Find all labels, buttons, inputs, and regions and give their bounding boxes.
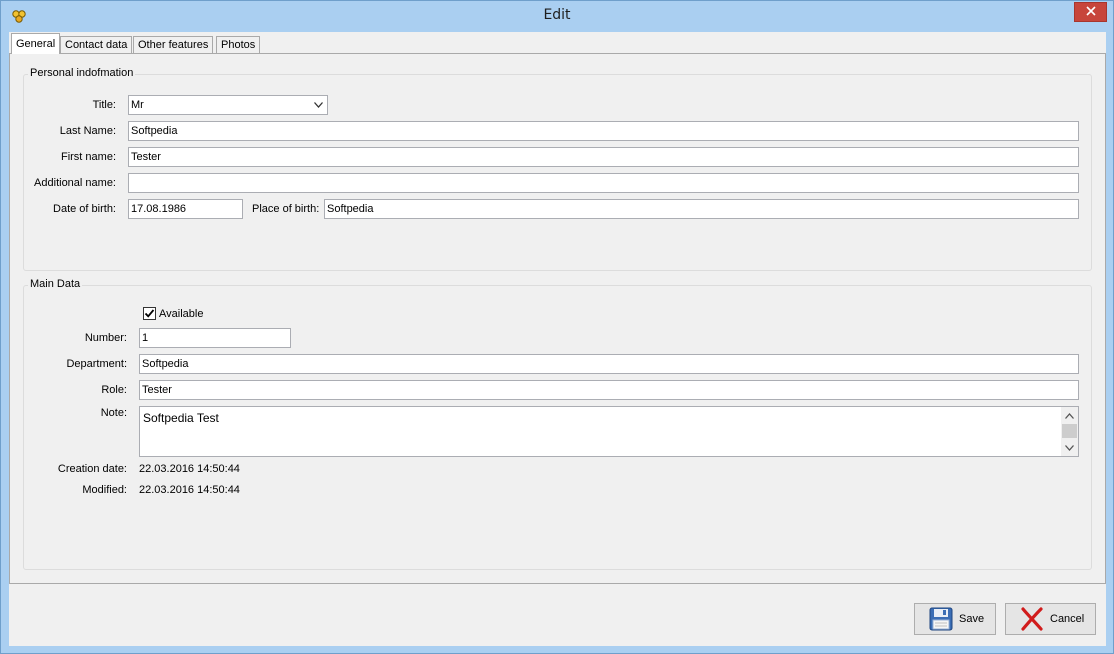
creation-date-label: Creation date: — [57, 463, 127, 475]
tab-general[interactable]: General — [11, 33, 61, 54]
personal-information-group: Personal indofmation Title: Mr Last Name… — [23, 67, 1092, 271]
note-scrollbar[interactable] — [1061, 407, 1078, 456]
main-data-group: Main Data Available Number: 1 Department… — [23, 278, 1092, 570]
close-icon — [1085, 5, 1096, 19]
dialog-client: General Contact data Other features Phot… — [9, 32, 1106, 646]
modified-value: 22.03.2016 14:50:44 — [139, 484, 240, 496]
first-name-label: First name: — [60, 151, 116, 163]
tab-strip: General Contact data Other features Phot… — [9, 32, 1106, 54]
save-button[interactable]: Save — [914, 603, 996, 635]
number-label: Number: — [84, 332, 127, 344]
last-name-label: Last Name: — [59, 125, 116, 137]
first-name-field[interactable]: Tester — [128, 147, 1079, 167]
cancel-label: Cancel — [1050, 613, 1085, 625]
edit-window: Edit General Contact data Other features… — [0, 0, 1114, 654]
creation-date-value: 22.03.2016 14:50:44 — [139, 463, 240, 475]
note-text: Softpedia Test — [143, 411, 219, 425]
note-textarea[interactable]: Softpedia Test — [139, 406, 1079, 457]
save-label: Save — [959, 613, 985, 625]
window-title: Edit — [543, 7, 571, 23]
scroll-thumb[interactable] — [1062, 424, 1077, 438]
tab-contact-data[interactable]: Contact data — [60, 36, 133, 54]
tab-other-features[interactable]: Other features — [133, 36, 214, 54]
modified-label: Modified: — [82, 484, 127, 496]
general-tab-panel: Personal indofmation Title: Mr Last Name… — [9, 53, 1106, 584]
scroll-down-icon[interactable] — [1061, 439, 1078, 456]
main-data-legend: Main Data — [28, 278, 83, 290]
cancel-button[interactable]: Cancel — [1005, 603, 1096, 635]
available-label: Available — [159, 308, 204, 320]
department-label: Department: — [66, 358, 127, 370]
date-of-birth-field[interactable]: 17.08.1986 — [128, 199, 243, 219]
scroll-up-icon[interactable] — [1061, 407, 1078, 424]
role-label: Role: — [101, 384, 127, 396]
number-field[interactable]: 1 — [139, 328, 291, 348]
available-checkbox[interactable] — [143, 307, 156, 320]
last-name-field[interactable]: Softpedia — [128, 121, 1079, 141]
title-value: Mr — [131, 99, 144, 111]
red-x-icon — [1020, 607, 1044, 631]
tab-photos[interactable]: Photos — [216, 36, 261, 54]
close-button[interactable] — [1074, 2, 1107, 22]
role-field[interactable]: Tester — [139, 380, 1079, 400]
date-of-birth-label: Date of birth: — [53, 203, 116, 215]
title-label: Title: — [92, 99, 116, 111]
note-label: Note: — [100, 407, 127, 419]
additional-name-field[interactable] — [128, 173, 1079, 193]
additional-name-label: Additional name: — [34, 177, 116, 189]
place-of-birth-field[interactable]: Softpedia — [324, 199, 1079, 219]
floppy-disk-icon — [929, 607, 953, 631]
place-of-birth-label: Place of birth: — [252, 203, 320, 215]
title-combobox[interactable]: Mr — [128, 95, 328, 115]
title-bar[interactable]: Edit — [1, 1, 1113, 32]
department-field[interactable]: Softpedia — [139, 354, 1079, 374]
chevron-down-icon[interactable] — [311, 96, 325, 114]
personal-information-legend: Personal indofmation — [28, 67, 136, 79]
checkmark-icon — [144, 309, 155, 318]
